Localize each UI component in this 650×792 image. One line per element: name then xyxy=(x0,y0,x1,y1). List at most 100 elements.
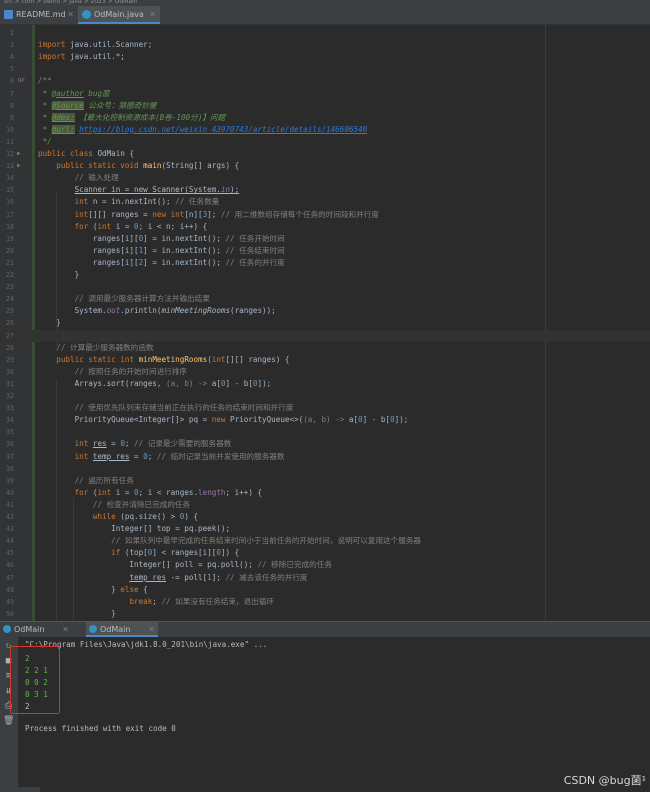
code-line[interactable]: 49 break; // 如果没有任务结束，退出循环 xyxy=(0,596,650,608)
code-text: * @Source 公众号：猿圈奇妙屋 xyxy=(38,100,157,110)
code-line[interactable]: 16 int n = in.nextInt(); // 任务数量 xyxy=(0,196,650,208)
line-number: 2 xyxy=(10,29,14,37)
line-number: 50 xyxy=(6,609,14,618)
run-gutter-icon[interactable]: ▶ xyxy=(17,160,21,172)
code-line[interactable]: 5 xyxy=(0,63,650,75)
tab-readme[interactable]: README.md ✕ xyxy=(0,6,78,24)
code-line[interactable]: 17 int[][] ranges = new int[n][3]; // 用二… xyxy=(0,209,650,221)
line-number: 47 xyxy=(6,573,14,582)
line-number: 40 xyxy=(6,488,14,497)
code-text: * @des: 【最大化控制资源成本(B卷-100分)】问题 xyxy=(38,112,226,122)
code-text: temp_res -= poll[1]; // 减去该任务的并行度 xyxy=(129,572,308,582)
implemented-marker-icon[interactable]: UP xyxy=(18,75,25,87)
code-line[interactable]: 15 Scanner in = new Scanner(System.in); xyxy=(0,184,650,196)
code-line[interactable]: 30 // 按照任务的开始时间进行排序 xyxy=(0,366,650,378)
code-text: } xyxy=(38,608,116,618)
code-line[interactable]: 24 // 调用最少服务器计算方法并输出结果 xyxy=(0,293,650,305)
code-line[interactable]: 26 } xyxy=(0,317,650,329)
code-line[interactable]: 8 * @Source 公众号：猿圈奇妙屋 xyxy=(0,100,650,112)
code-line[interactable]: 29 public static int minMeetingRooms(int… xyxy=(0,354,650,366)
status-strip xyxy=(0,787,40,792)
line-number: 41 xyxy=(6,500,14,509)
close-icon[interactable]: ✕ xyxy=(67,6,74,24)
line-number: 38 xyxy=(6,464,14,473)
line-number: 39 xyxy=(6,476,14,485)
run-tab-odmain-4[interactable]: OdMain (4) ✕ xyxy=(0,622,72,649)
line-number: 11 xyxy=(6,137,14,146)
code-line[interactable]: 27 xyxy=(0,329,650,342)
line-number: 32 xyxy=(6,392,14,400)
code-line[interactable]: 46 Integer[] poll = pq.poll(); // 移除已完成的… xyxy=(0,559,650,571)
code-text: } xyxy=(38,270,80,279)
code-line[interactable]: 19 ranges[i][0] = in.nextInt(); // 任务开始时… xyxy=(0,233,650,245)
code-line[interactable]: 34 PriorityQueue<Integer[]> pq = new Pri… xyxy=(0,414,650,426)
code-editor[interactable]: 2 3 import java.util.Scanner; 4 import java.… xyxy=(0,25,650,621)
code-line[interactable]: 11 */ xyxy=(0,136,650,148)
code-line[interactable]: 40 for (int i = 0; i < ranges.length; i+… xyxy=(0,487,650,499)
code-line[interactable]: 18 for (int i = 0; i < n; i++) { xyxy=(0,221,650,233)
code-text: */ xyxy=(38,136,52,146)
code-text: Integer[] poll = pq.poll(); // 移除已完成的任务 xyxy=(38,560,332,570)
line-number: 13 xyxy=(6,162,14,171)
code-line[interactable]: 39 // 遍历所有任务 xyxy=(0,475,650,487)
code-line[interactable]: 12 ▶ public class OdMain { xyxy=(0,148,650,160)
line-number: 20 xyxy=(6,246,14,255)
code-line[interactable]: 33 // 使用优先队列来存储当前正在执行的任务的结束时间和并行度 xyxy=(0,402,650,414)
code-line[interactable]: 6 UP /** xyxy=(0,75,650,87)
line-number: 49 xyxy=(6,597,14,606)
code-text: * @author bug菌 xyxy=(38,88,110,98)
code-text: } xyxy=(38,318,61,328)
code-text: Arrays.sort(ranges, (a, b) -> a[0] - b[0… xyxy=(38,378,272,388)
code-text: ranges[i][1] = in.nextInt(); // 任务结束时间 xyxy=(38,245,285,255)
line-number: 48 xyxy=(6,585,14,594)
code-text: while (pq.size() > 0) { xyxy=(92,512,199,521)
code-line[interactable]: 9 * @des: 【最大化控制资源成本(B卷-100分)】问题 xyxy=(0,112,650,124)
code-line[interactable]: 48 } else { xyxy=(0,584,650,596)
code-line[interactable]: 4 import java.util.*; xyxy=(0,51,650,63)
code-line[interactable]: 20 ranges[i][1] = in.nextInt(); // 任务结束时… xyxy=(0,245,650,257)
code-text: public static void main(String[] args) { xyxy=(56,161,240,171)
run-tab-odmain-5[interactable]: OdMain (5) ✕ xyxy=(86,622,158,649)
close-icon[interactable]: ✕ xyxy=(149,6,156,24)
code-line[interactable]: 10 * @url: https://blog.csdn.net/weixin_… xyxy=(0,124,650,136)
code-line[interactable]: 38 xyxy=(0,463,650,475)
code-line[interactable]: 14 // 输入处理 xyxy=(0,172,650,184)
close-icon[interactable]: ✕ xyxy=(148,622,155,637)
code-text: // 输入处理 xyxy=(74,173,119,183)
code-line[interactable]: 44 // 如果队列中最早完成的任务结束时间小于当前任务的开始时间，说明可以复用… xyxy=(0,535,650,547)
code-line[interactable]: 50 } xyxy=(0,608,650,620)
code-line[interactable]: 31 Arrays.sort(ranges, (a, b) -> a[0] - … xyxy=(0,378,650,390)
code-line[interactable]: 36 int res = 0; // 记录最少需要的服务器数 xyxy=(0,438,650,450)
code-line[interactable]: 2 xyxy=(0,27,650,39)
code-line[interactable]: 47 temp_res -= poll[1]; // 减去该任务的并行度 xyxy=(0,572,650,584)
code-line[interactable]: 35 xyxy=(0,426,650,438)
run-console[interactable]: ↻ ■ ≡ ⇊ ⎙ 🗑 "C:\Program Files\Java\jdk1.… xyxy=(0,637,650,792)
code-line[interactable]: 25 System.out.println(minMeetingRooms(ra… xyxy=(0,305,650,317)
line-number: 23 xyxy=(6,283,14,292)
code-text: PriorityQueue<Integer[]> pq = new Priori… xyxy=(38,415,409,425)
code-text: // 计算最少服务器数的函数 xyxy=(56,342,154,352)
code-line[interactable]: 21 ranges[i][2] = in.nextInt(); // 任务的并行… xyxy=(0,257,650,269)
code-line[interactable]: 32 xyxy=(0,390,650,402)
code-line[interactable]: 37 int temp_res = 0; // 临时记录当前并发使用的服务器数 xyxy=(0,451,650,463)
csdn-watermark: CSDN @bug菌¹ xyxy=(563,774,646,787)
code-line[interactable]: 7 * @author bug菌 xyxy=(0,88,650,100)
code-text: /** xyxy=(38,76,52,86)
code-line[interactable]: 41 // 检查并清除已完成的任务 xyxy=(0,499,650,511)
code-line[interactable]: 3 import java.util.Scanner; xyxy=(0,39,650,51)
tab-odmain-java[interactable]: OdMain.java ✕ xyxy=(78,6,160,24)
line-number: 6 xyxy=(10,77,14,86)
code-line[interactable]: 45 if (top[0] < ranges[i][0]) { xyxy=(0,547,650,559)
annotation-highlight-box xyxy=(10,646,60,714)
code-line[interactable]: 22 } xyxy=(0,269,650,281)
code-line[interactable]: 23 xyxy=(0,281,650,293)
line-number: 33 xyxy=(6,404,14,413)
code-text: public class OdMain { xyxy=(38,149,135,158)
run-gutter-icon[interactable]: ▶ xyxy=(17,148,21,160)
close-icon[interactable]: ✕ xyxy=(62,622,69,637)
code-line[interactable]: 42 while (pq.size() > 0) { xyxy=(0,511,650,523)
code-line[interactable]: 43 Integer[] top = pq.peek(); xyxy=(0,523,650,535)
delete-icon[interactable]: 🗑 xyxy=(3,716,14,727)
code-line[interactable]: 13 ▶ public static void main(String[] arg… xyxy=(0,160,650,172)
code-line[interactable]: 28 // 计算最少服务器数的函数 xyxy=(0,342,650,354)
